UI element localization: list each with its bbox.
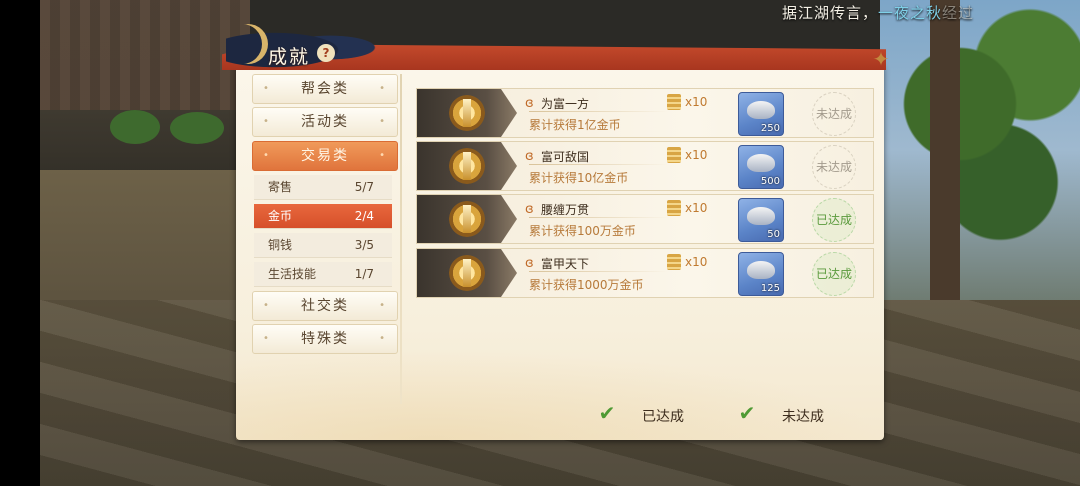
reward-item[interactable]: 500 [738,145,784,189]
reward-quantity: 500 [760,176,780,187]
achievement-name: 为富一方 [541,97,590,111]
subcategory-count: 1/7 [354,267,374,281]
silver-ingot-icon [747,101,775,119]
subcategory-consign[interactable]: 寄售 5/7 [254,175,392,200]
achievement-row[interactable]: ɞ 腰缠万贯 累计获得100万金币 x10 50 已达成 [416,194,874,244]
reward-item[interactable]: 50 [738,198,784,242]
swirl-icon: ɞ [525,96,534,111]
achievement-badge [417,142,517,190]
subcategory-label: 寄售 [268,180,293,194]
achievement-row[interactable]: ɞ 富可敌国 累计获得10亿金币 x10 500 未达成 [416,141,874,191]
reward-item[interactable]: 125 [738,252,784,296]
subcategory-count: 5/7 [354,180,374,194]
reward-item[interactable]: 250 [738,92,784,136]
category-sidebar: 帮会类 活动类 交易类 寄售 5/7 金币 2/4 铜钱 3/5 生活技能 1/… [248,74,402,404]
subcategory-label: 铜钱 [268,238,293,252]
achievement-name: 腰缠万贯 [541,203,590,217]
achievement-desc: 累计获得1亿金币 [529,118,621,132]
swirl-icon: ɞ [525,149,534,164]
achievement-row[interactable]: ɞ 富甲天下 累计获得1000万金币 x10 125 已达成 [416,248,874,298]
reward-multiplier: x10 [685,95,708,109]
check-icon: ✔ [738,401,756,425]
filter-not-achieved-toggle[interactable]: ✔ 未达成 [736,402,856,428]
reward-quantity: 50 [767,229,780,240]
silver-ingot-icon [747,261,775,279]
achievement-badge [417,195,517,243]
swirl-icon: ɞ [525,202,534,217]
filter-achieved-toggle[interactable]: ✔ 已达成 [596,402,716,428]
lore-ticker-text: 据江湖传言，一夜之秋经过 [782,2,974,23]
scroll-icon [667,147,681,163]
subcategory-count: 3/5 [354,238,374,252]
status-badge: 已达成 [812,252,856,296]
question-icon[interactable]: ? [317,44,335,62]
lore-suffix: 经过 [942,4,975,22]
silver-ingot-icon [747,154,775,172]
filter-achieved-label: 已达成 [642,409,684,425]
category-guild[interactable]: 帮会类 [252,74,398,104]
achievement-name: 富可敌国 [541,150,590,164]
reward-multiplier: x10 [685,148,708,162]
category-activity[interactable]: 活动类 [252,107,398,137]
panel-title: 成就 [268,46,311,68]
reward-multiplier: x10 [685,201,708,215]
category-special[interactable]: 特殊类 [252,324,398,354]
scroll-icon [667,94,681,110]
achievement-desc: 累计获得1000万金币 [529,278,644,292]
emblem-icon [449,95,485,131]
subcategory-label: 生活技能 [268,267,317,281]
emblem-icon [449,201,485,237]
reward-multiplier: x10 [685,255,708,269]
filter-not-achieved-label: 未达成 [782,409,824,425]
achievement-desc: 累计获得100万金币 [529,224,636,238]
scroll-icon [667,200,681,216]
status-badge: 未达成 [812,92,856,136]
close-icon[interactable]: ✦ [868,46,894,72]
scroll-icon [667,254,681,270]
swirl-icon: ɞ [525,256,534,271]
silver-ingot-icon [747,207,775,225]
subcategory-label: 金币 [268,209,293,223]
status-badge: 未达成 [812,145,856,189]
subcategory-count: 2/4 [354,209,374,223]
reward-quantity: 250 [760,123,780,134]
lore-highlight: 一夜之秋 [878,4,943,22]
subcategory-gold[interactable]: 金币 2/4 [254,204,392,229]
achievement-desc: 累计获得10亿金币 [529,171,629,185]
achievement-name: 富甲天下 [541,257,590,271]
achievement-badge [417,249,517,297]
category-trade[interactable]: 交易类 [252,141,398,171]
reward-quantity: 125 [760,283,780,294]
subcategory-life-skills[interactable]: 生活技能 1/7 [254,262,392,287]
lore-prefix: 据江湖传言， [782,4,879,22]
emblem-icon [449,148,485,184]
check-icon: ✔ [598,401,616,425]
achievement-row[interactable]: ɞ 为富一方 累计获得1亿金币 x10 250 未达成 [416,88,874,138]
emblem-icon [449,255,485,291]
category-social[interactable]: 社交类 [252,291,398,321]
achievement-badge [417,89,517,137]
crescent-moon-icon [228,24,268,64]
status-badge: 已达成 [812,198,856,242]
subcategory-copper[interactable]: 铜钱 3/5 [254,233,392,258]
